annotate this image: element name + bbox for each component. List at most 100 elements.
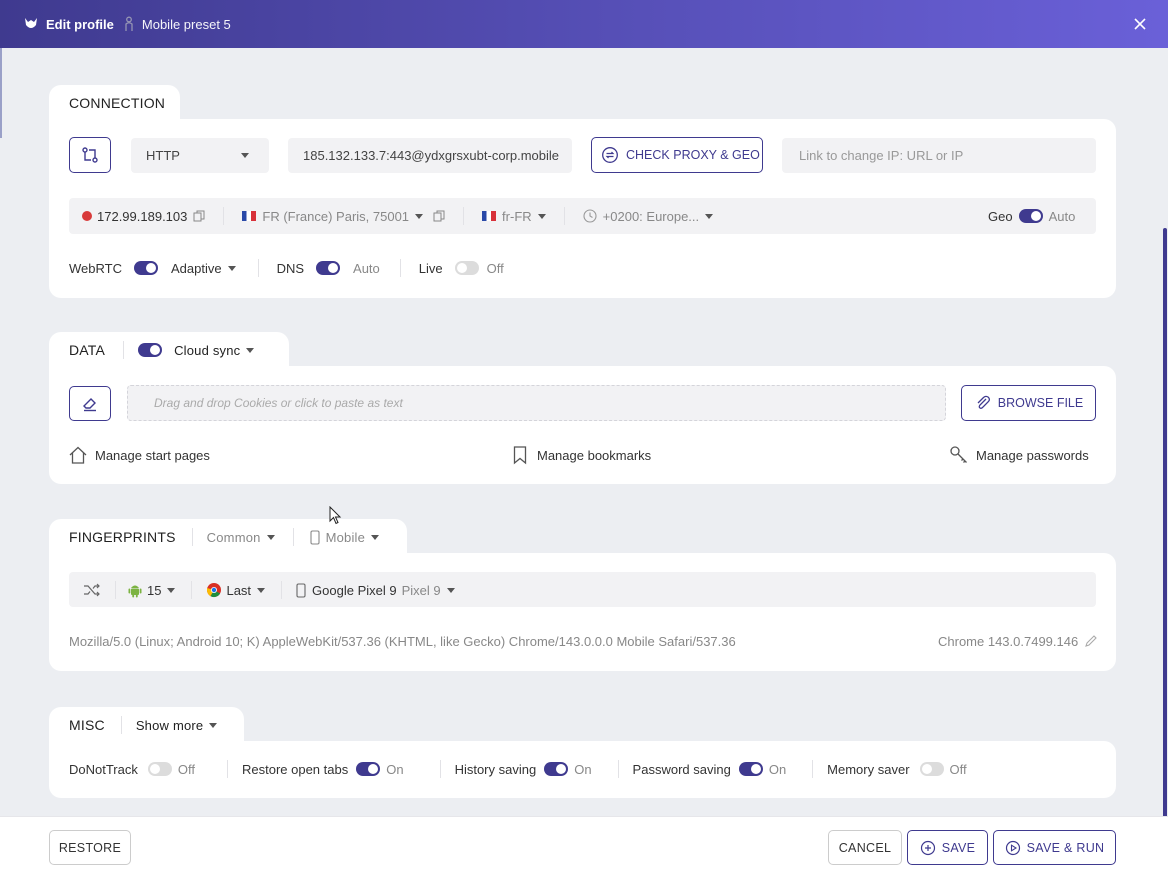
save-run-label: SAVE & RUN — [1026, 840, 1105, 855]
connection-tab: CONNECTION — [49, 85, 180, 121]
divider — [292, 528, 294, 546]
location-select[interactable]: FR (France) Paris, 75001 — [262, 209, 409, 224]
history-saving-toggle[interactable] — [544, 762, 569, 776]
dns-value: Auto — [353, 260, 380, 276]
dns-toggle[interactable] — [316, 261, 341, 275]
ip-address: 172.99.189.103 — [97, 208, 188, 224]
live-toggle[interactable] — [454, 261, 479, 275]
language-select[interactable]: fr-FR — [502, 209, 532, 224]
app-logo-icon — [22, 15, 40, 33]
person-icon — [124, 16, 134, 32]
manage-bookmarks-link[interactable]: Manage bookmarks — [512, 445, 651, 465]
restore-tabs-toggle[interactable] — [356, 762, 381, 776]
paperclip-icon — [977, 395, 990, 409]
chevron-down-icon[interactable] — [371, 534, 380, 540]
proxy-type-value: HTTP — [146, 148, 180, 163]
chevron-down-icon[interactable] — [537, 213, 546, 219]
live-value: Off — [486, 260, 504, 276]
shuffle-icon[interactable] — [83, 583, 101, 597]
cancel-label: CANCEL — [838, 840, 892, 855]
close-icon[interactable] — [1130, 14, 1150, 34]
android-version-select[interactable]: 15 — [147, 583, 161, 598]
show-more-select[interactable]: Show more — [136, 718, 204, 733]
timezone-select[interactable]: +0200: Europe... — [603, 209, 700, 224]
memory-saver-toggle[interactable] — [919, 762, 944, 776]
webrtc-mode-select[interactable]: Adaptive — [171, 261, 222, 276]
clear-cookies-button[interactable] — [69, 386, 111, 421]
chevron-down-icon[interactable] — [266, 534, 275, 540]
proxy-input[interactable]: 185.132.133.7:443@ydxgrsxubt-corp.mobile — [288, 138, 572, 173]
play-circle-icon — [1005, 840, 1020, 855]
check-proxy-button[interactable]: CHECK PROXY & GEO — [591, 137, 763, 173]
fingerprints-header: FINGERPRINTS — [69, 529, 176, 545]
chevron-down-icon[interactable] — [167, 587, 176, 593]
pencil-icon[interactable] — [1084, 634, 1098, 648]
fingerprints-tab: FINGERPRINTS Common Mobile — [49, 519, 407, 555]
manage-start-pages-link[interactable]: Manage start pages — [68, 445, 210, 465]
window-title: Edit profile — [46, 16, 114, 32]
divider — [281, 581, 283, 599]
scrollbar[interactable] — [1163, 228, 1167, 818]
browser-version-select[interactable]: Last — [226, 583, 251, 598]
save-label: SAVE — [941, 840, 976, 855]
france-flag-icon — [242, 211, 257, 221]
save-run-button[interactable]: SAVE & RUN — [993, 830, 1116, 865]
divider — [617, 760, 619, 778]
password-saving-toggle[interactable] — [738, 762, 763, 776]
divider — [563, 207, 565, 225]
restore-button[interactable]: RESTORE — [49, 830, 131, 865]
chevron-down-icon[interactable] — [227, 265, 236, 271]
cancel-button[interactable]: CANCEL — [828, 830, 902, 865]
cookies-drop-zone[interactable]: Drag and drop Cookies or click to paste … — [127, 385, 946, 421]
eraser-icon — [83, 397, 96, 411]
manage-passwords-link[interactable]: Manage passwords — [949, 445, 1089, 465]
ip-status-icon — [82, 211, 92, 221]
chevron-down-icon[interactable] — [246, 347, 255, 353]
device-name[interactable]: Google Pixel 9 — [312, 583, 397, 598]
profile-type-select[interactable]: Common — [207, 530, 261, 545]
phone-icon — [310, 529, 320, 545]
geo-label: Geo — [988, 208, 1013, 224]
misc-header: MISC — [69, 717, 105, 733]
clock-icon — [583, 209, 597, 223]
manage-bookmarks-label: Manage bookmarks — [537, 447, 652, 463]
fingerprints-card — [49, 553, 1116, 671]
manage-start-pages-label: Manage start pages — [95, 447, 210, 463]
device-model[interactable]: Pixel 9 — [402, 583, 441, 598]
memory-saver-label: Memory saver — [827, 761, 910, 777]
home-icon — [69, 446, 87, 464]
plus-circle-icon — [920, 840, 935, 855]
change-ip-input[interactable]: Link to change IP: URL or IP — [782, 138, 1096, 173]
browse-file-label: BROWSE FILE — [997, 396, 1084, 410]
divider — [191, 581, 193, 599]
divider — [120, 716, 122, 734]
chevron-down-icon[interactable] — [415, 213, 424, 219]
chevron-down-icon[interactable] — [209, 722, 218, 728]
git-compare-icon — [82, 147, 98, 163]
proxy-switch-button[interactable] — [69, 137, 111, 173]
check-proxy-label: CHECK PROXY & GEO — [626, 148, 760, 162]
geo-toggle[interactable] — [1018, 209, 1043, 223]
key-icon — [950, 446, 967, 463]
cloud-sync-select[interactable]: Cloud sync — [174, 343, 240, 358]
proxy-type-select[interactable]: HTTP — [131, 138, 269, 173]
chevron-down-icon[interactable] — [446, 587, 455, 593]
misc-tab: MISC Show more — [49, 707, 244, 743]
device-type-select[interactable]: Mobile — [326, 530, 366, 545]
divider — [812, 760, 814, 778]
copy-icon[interactable] — [433, 210, 445, 222]
copy-icon[interactable] — [193, 210, 205, 222]
donottrack-toggle[interactable] — [147, 762, 172, 776]
chevron-down-icon — [241, 153, 249, 158]
chevron-down-icon[interactable] — [257, 587, 266, 593]
chrome-icon — [207, 583, 222, 598]
chevron-down-icon[interactable] — [705, 213, 714, 219]
webrtc-toggle[interactable] — [133, 261, 158, 275]
restore-label: RESTORE — [58, 840, 122, 855]
save-button[interactable]: SAVE — [907, 830, 988, 865]
cloud-sync-toggle[interactable] — [138, 343, 163, 357]
donottrack-label: DoNotTrack — [69, 761, 138, 777]
restore-tabs-label: Restore open tabs — [241, 761, 349, 777]
history-saving-label: History saving — [454, 761, 537, 777]
browse-file-button[interactable]: BROWSE FILE — [961, 385, 1096, 421]
